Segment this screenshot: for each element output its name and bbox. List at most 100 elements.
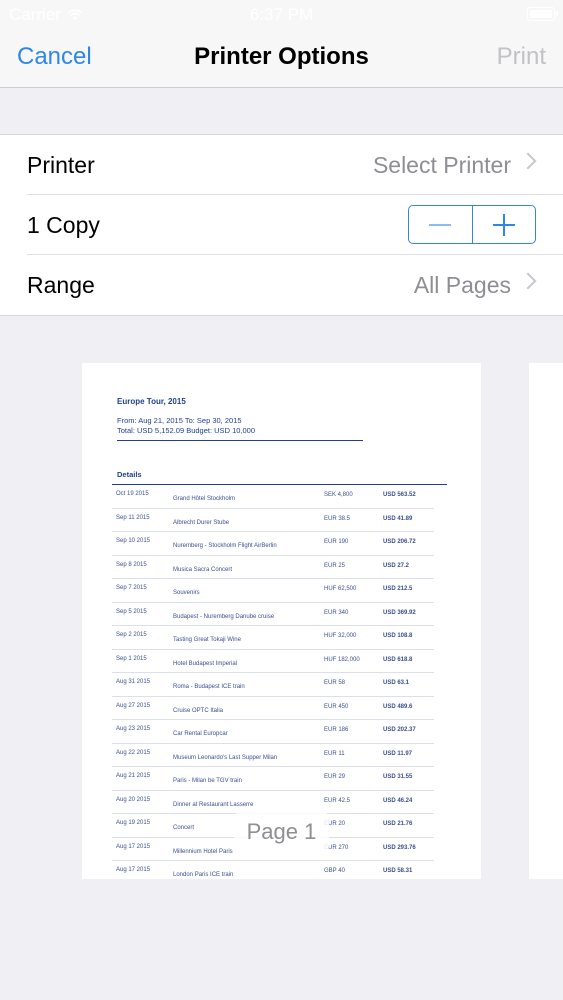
- expense-usd-amount: USD 63.1: [383, 680, 410, 686]
- table-row: Aug 20 2015 Dinner at Restaurant Lasserre…: [112, 791, 434, 814]
- table-row: Oct 19 2015 Grand Hôtel Stockholm SEK 4,80…: [112, 485, 434, 509]
- table-row: Aug 31 2015 Roma - Budapest ICE train EUR …: [112, 673, 434, 697]
- expense-usd-amount: USD 41.89: [383, 515, 413, 522]
- chevron-right-icon: [519, 152, 537, 170]
- expense-local-amount: EUR 450: [324, 703, 349, 710]
- expense-usd-amount: USD 108.8: [383, 633, 413, 639]
- expense-date: Sep 11 2015: [116, 514, 150, 521]
- expense-local-amount: HUF 182,000: [324, 656, 360, 663]
- expense-description: Museum Leonardo's Last Supper Milan: [173, 754, 278, 761]
- expense-date: Sep 7 2015: [116, 585, 147, 591]
- print-button[interactable]: Print: [497, 43, 546, 71]
- expense-date: Aug 27 2015: [116, 702, 151, 709]
- expense-date: Oct 19 2015: [116, 491, 149, 497]
- expense-usd-amount: USD 618.8: [383, 656, 413, 663]
- expense-description: Souvenirs: [173, 590, 200, 596]
- expense-description: Musica Sacra Concert: [173, 566, 233, 573]
- expense-usd-amount: USD 31.55: [383, 774, 413, 780]
- expense-description: Hotel Budapest Imperial: [173, 660, 238, 667]
- minus-icon: [429, 223, 452, 226]
- expense-local-amount: EUR 186: [324, 727, 349, 733]
- copies-label: 1 Copy: [27, 212, 100, 238]
- printer-label: Printer: [27, 152, 95, 178]
- document-divider: [117, 440, 363, 441]
- expense-date: Aug 23 2015: [116, 726, 151, 732]
- expense-description: Grand Hôtel Stockholm: [173, 496, 236, 502]
- expense-local-amount: EUR 29: [324, 774, 346, 780]
- expense-local-amount: EUR 190: [324, 539, 349, 545]
- expense-date: Sep 2 2015: [116, 632, 147, 638]
- table-row: Aug 23 2015 Car Rental Europcar EUR 186 USD…: [112, 720, 434, 744]
- copies-row: 1 Copy: [0, 195, 563, 255]
- expense-usd-amount: USD 202.37: [383, 727, 416, 733]
- increment-button[interactable]: [473, 206, 536, 243]
- expense-description: Concert: [173, 825, 195, 831]
- table-row: Sep 11 2015 Albrecht Durer Stube EUR 38.5 U…: [112, 509, 434, 532]
- expense-date: Aug 17 2015: [116, 867, 151, 873]
- printer-options-list: Printer Select Printer 1 Copy Range All …: [0, 134, 563, 316]
- expense-date: Sep 1 2015: [116, 655, 147, 662]
- expense-usd-amount: USD 489.6: [383, 703, 413, 710]
- expense-usd-amount: USD 58.31: [383, 868, 413, 874]
- table-row: Sep 10 2015 Nuremberg - Stockholm Flight …: [112, 532, 434, 556]
- expense-description: Dinner at Restaurant Lasserre: [173, 801, 254, 808]
- range-row[interactable]: Range All Pages: [0, 255, 563, 315]
- page-title: Printer Options: [194, 43, 369, 70]
- document-total: Total: USD 5,152.09 Budget: USD 10,000: [117, 426, 256, 435]
- details-heading: Details: [117, 470, 142, 479]
- expense-local-amount: EUR 11: [324, 750, 345, 757]
- expense-local-amount: EUR 340: [324, 609, 349, 616]
- table-row: Sep 5 2015 Budapest - Nuremberg Danube cr…: [112, 603, 434, 626]
- expense-description: Budapest - Nuremberg Danube cruise: [173, 613, 275, 620]
- expense-description: London Paris ICE train: [173, 872, 234, 878]
- expense-date: Aug 22 2015: [116, 749, 151, 756]
- document-dates: From: Aug 21, 2015 To: Sep 30, 2015: [117, 416, 242, 425]
- expense-description: Car Rental Europcar: [173, 731, 228, 737]
- expense-local-amount: EUR 58: [324, 680, 346, 686]
- document-title: Europe Tour, 2015: [117, 397, 186, 406]
- expense-description: Cruise OPTC Italia: [173, 707, 224, 714]
- expense-usd-amount: USD 212.5: [383, 586, 413, 592]
- expense-local-amount: EUR 42.5: [324, 797, 351, 804]
- expense-date: Aug 31 2015: [116, 679, 151, 685]
- page-preview[interactable]: Europe Tour, 2015 From: Aug 21, 2015 To:…: [82, 363, 481, 879]
- expense-usd-amount: USD 21.76: [383, 821, 413, 827]
- expense-local-amount: HUF 62,500: [324, 586, 357, 592]
- expense-usd-amount: USD 206.72: [383, 539, 416, 545]
- battery-icon: [527, 7, 558, 21]
- range-value: All Pages: [413, 272, 511, 298]
- expense-date: Aug 17 2015: [116, 843, 151, 850]
- expense-description: Tasting Great Tokaji Wine: [173, 637, 241, 643]
- copies-stepper: [408, 205, 536, 244]
- expense-local-amount: GBP 40: [324, 868, 345, 874]
- status-time: 6:37 PM: [249, 5, 314, 24]
- table-row: Sep 2 2015 Tasting Great Tokaji Wine HUF 3…: [112, 626, 434, 650]
- expense-date: Sep 8 2015: [116, 561, 147, 568]
- next-page-preview[interactable]: [529, 363, 563, 879]
- printer-value: Select Printer: [372, 152, 511, 178]
- table-row: Aug 17 2015 London Paris ICE train GBP 40 U…: [112, 861, 434, 879]
- decrement-button[interactable]: [409, 206, 473, 243]
- page-number-label: Page 1: [234, 812, 329, 852]
- expense-date: Aug 20 2015: [116, 796, 151, 803]
- expense-local-amount: SEK 4,800: [324, 492, 353, 498]
- expense-date: Aug 21 2015: [116, 773, 151, 779]
- expense-local-amount: EUR 38.5: [324, 515, 351, 522]
- expense-usd-amount: USD 46.24: [383, 797, 413, 804]
- expense-date: Sep 10 2015: [116, 538, 151, 544]
- expense-usd-amount: USD 27.2: [383, 562, 410, 569]
- expense-usd-amount: USD 293.76: [383, 844, 416, 851]
- navigation-bar: Carrier 6:37 PM Cancel Printer Options P…: [0, 0, 563, 88]
- expense-description: Albrecht Durer Stube: [173, 519, 230, 526]
- table-row: Aug 22 2015 Museum Leonardo's Last Supper…: [112, 744, 434, 767]
- table-row: Sep 8 2015 Musica Sacra Concert EUR 25 USD …: [112, 556, 434, 579]
- table-row: Aug 27 2015 Cruise OPTC Italia EUR 450 USD …: [112, 697, 434, 720]
- table-row: Aug 21 2015 Paris - Milan be TGV train EUR…: [112, 767, 434, 791]
- expense-local-amount: EUR 25: [324, 562, 346, 569]
- chevron-right-icon: [519, 272, 537, 290]
- expense-date: Sep 5 2015: [116, 608, 147, 615]
- expense-description: Nuremberg - Stockholm Flight AirBerlin: [173, 543, 277, 549]
- expense-usd-amount: USD 11.97: [383, 750, 413, 757]
- table-row: Sep 1 2015 Hotel Budapest Imperial HUF 182…: [112, 650, 434, 673]
- printer-row[interactable]: Printer Select Printer: [0, 135, 563, 195]
